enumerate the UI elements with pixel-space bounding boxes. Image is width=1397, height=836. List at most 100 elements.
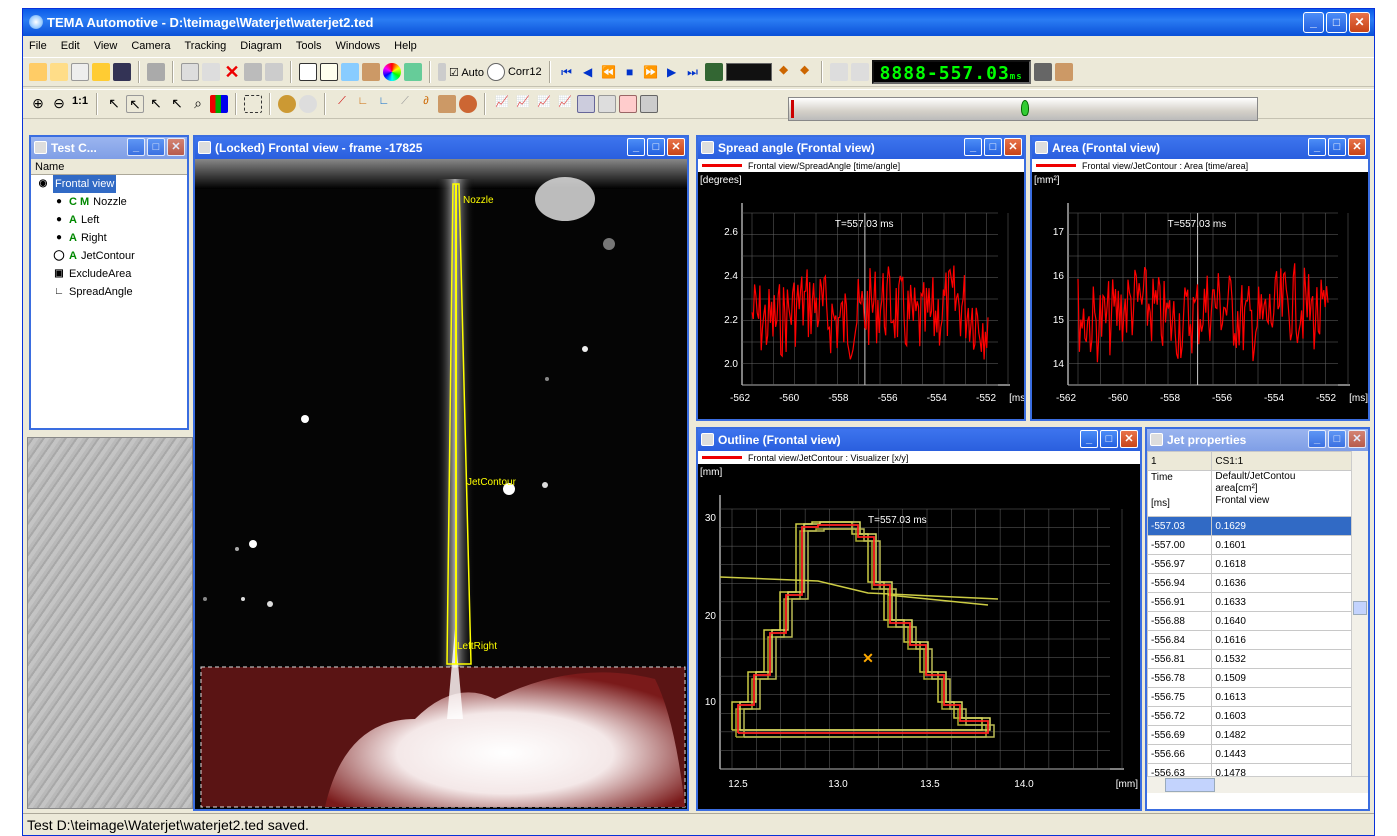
pane-maximize-button[interactable]: □ [1328,430,1346,448]
menu-edit[interactable]: Edit [59,40,82,52]
pointer-icon[interactable]: ↖ [105,95,123,113]
tools-icon[interactable] [362,63,380,81]
outline-chart[interactable]: [mm] [mm] 30 20 10 12.5 13.0 13.5 14.0 T=557.03 m… [698,465,1140,809]
export-icon[interactable] [829,63,848,81]
timeline-thumb[interactable] [1021,100,1029,116]
auto-checkbox[interactable]: ☑ Auto [449,66,484,79]
frontal-image[interactable]: Nozzle JetContour LeftRight [195,159,687,809]
table-row[interactable]: -556.66 0.1443 [1147,744,1355,764]
table-row[interactable]: -556.75 0.1613 [1147,687,1355,707]
zoom-in-icon[interactable]: ⊕ [29,95,47,113]
table-row[interactable]: -557.03 0.1629 [1147,516,1355,536]
pane-close-button[interactable]: ✕ [1004,138,1022,156]
pane-maximize-button[interactable]: □ [647,138,665,156]
print-icon[interactable] [147,63,165,81]
distance-icon[interactable]: ⟋ [396,95,414,113]
menu-diagram[interactable]: Diagram [238,40,284,52]
pane-maximize-button[interactable]: □ [984,138,1002,156]
area-chart[interactable]: [mm²] [ms] 17 16 15 14 -562 -560 -558 -556 -554 -55… [1032,173,1368,419]
step-forward-button[interactable]: ⏩ [642,65,660,79]
pane-minimize-button[interactable]: _ [1308,430,1326,448]
pane-minimize-button[interactable]: _ [964,138,982,156]
menu-windows[interactable]: Windows [334,40,383,52]
spread-angle-chart[interactable]: [degrees] [ms] 2.6 2.4 2.2 2.0 -562 -560 -558 -55… [698,173,1024,419]
timeline-slider[interactable] [788,97,1258,121]
pane-maximize-button[interactable]: □ [147,138,165,156]
histogram-icon[interactable] [210,95,228,113]
stop-button[interactable]: ■ [621,65,639,79]
delete-icon[interactable]: ✕ [223,63,241,81]
grid-icon[interactable] [598,95,616,113]
tree-item-jetcontour[interactable]: ◯ A JetContour [31,247,187,265]
window-icon[interactable] [299,63,317,81]
h-scroll-thumb[interactable] [1165,778,1215,792]
save-icon[interactable] [113,63,131,81]
menu-help[interactable]: Help [392,40,419,52]
pane-minimize-button[interactable]: _ [1080,430,1098,448]
step-back-button[interactable]: ⏪ [600,65,618,79]
maximize-button[interactable]: □ [1326,12,1347,33]
track-point-icon[interactable] [278,95,296,113]
menu-view[interactable]: View [92,40,120,52]
table-icon[interactable] [577,95,595,113]
contour-tool-icon[interactable] [459,95,477,113]
loop-icon[interactable]: ◆ [775,63,793,81]
menu-tracking[interactable]: Tracking [182,40,228,52]
move-icon[interactable]: ↖ [168,95,186,113]
close-button[interactable]: ✕ [1349,12,1370,33]
minimize-button[interactable]: _ [1303,12,1324,33]
rectangle-select-icon[interactable] [244,95,262,113]
horizontal-scrollbar[interactable] [1147,776,1368,793]
tree-item-excludearea[interactable]: ▣ ExcludeArea [31,265,187,283]
table-row[interactable]: -556.78 0.1509 [1147,668,1355,688]
last-frame-button[interactable]: ⏭ [684,65,702,80]
pane-maximize-button[interactable]: □ [1100,430,1118,448]
pane-minimize-button[interactable]: _ [1308,138,1326,156]
table-row[interactable]: -557.00 0.1601 [1147,535,1355,555]
diagram2-icon[interactable]: 📈 [514,95,532,113]
track-icon[interactable] [704,63,723,81]
tree-item-frontal view[interactable]: ◉ Frontal view [31,175,187,193]
table-row[interactable]: -556.84 0.1616 [1147,630,1355,650]
open-icon[interactable] [92,63,110,81]
copy-icon[interactable] [181,63,199,81]
table-row[interactable]: -556.81 0.1532 [1147,649,1355,669]
tree-item-nozzle[interactable]: ● C M Nozzle [31,193,187,211]
tree-item-right[interactable]: ● A Right [31,229,187,247]
report-icon[interactable] [619,95,637,113]
pane-close-button[interactable]: ✕ [167,138,185,156]
clipboard-icon[interactable] [265,63,283,81]
pane-close-button[interactable]: ✕ [1348,430,1366,448]
pane-close-button[interactable]: ✕ [1120,430,1138,448]
zoom-1to1-icon[interactable]: 1:1 [71,95,89,113]
new-icon[interactable] [29,63,47,81]
exclude-area-icon[interactable] [438,95,456,113]
play-button[interactable]: ▶ [663,65,681,79]
lock-icon[interactable] [320,63,338,81]
record-icon[interactable] [850,63,869,81]
correlation-icon[interactable] [486,63,505,81]
pane-minimize-button[interactable]: _ [127,138,145,156]
vertical-scrollbar[interactable] [1351,451,1368,793]
select-multi-icon[interactable]: ↖ [147,95,165,113]
search-icon[interactable] [299,95,317,113]
bounce-icon[interactable]: ◆ [796,63,814,81]
paste-icon[interactable] [202,63,220,81]
pane-maximize-button[interactable]: □ [1328,138,1346,156]
camera-settings-icon[interactable] [438,63,446,81]
line-icon[interactable]: ⟋ [333,95,351,113]
table-row[interactable]: -556.69 0.1482 [1147,725,1355,745]
first-frame-button[interactable]: ⏮ [558,65,576,80]
angle2-icon[interactable]: ∟ [375,95,393,113]
menu-camera[interactable]: Camera [129,40,172,52]
settings-icon[interactable] [640,95,658,113]
table-row[interactable]: -556.91 0.1633 [1147,592,1355,612]
table-row[interactable]: -556.72 0.1603 [1147,706,1355,726]
table-row[interactable]: -556.97 0.1618 [1147,554,1355,574]
import-icon[interactable] [71,63,89,81]
speed-icon[interactable] [1054,63,1073,81]
menu-file[interactable]: File [27,40,49,52]
scroll-thumb[interactable] [1353,601,1367,615]
pane-close-button[interactable]: ✕ [667,138,685,156]
filter-icon[interactable] [404,63,422,81]
